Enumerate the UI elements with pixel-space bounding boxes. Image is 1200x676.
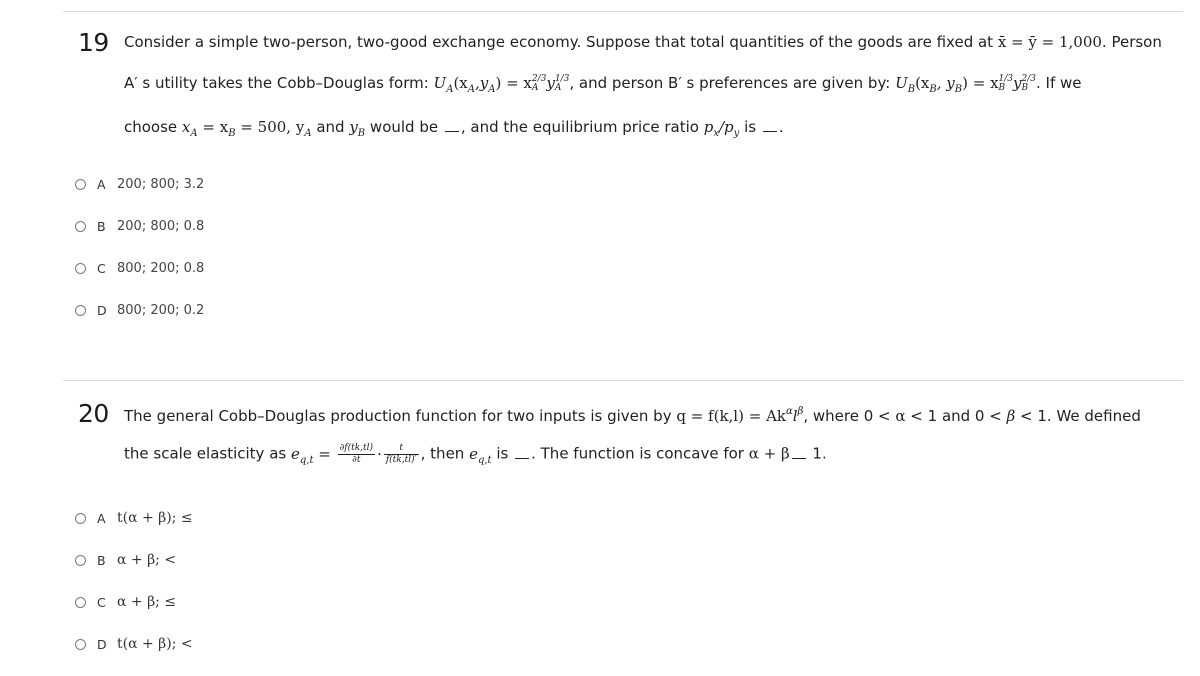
option-letter: C xyxy=(97,594,106,610)
option-letter: A xyxy=(97,510,106,526)
option-letter: B xyxy=(97,218,106,234)
option-text: 200; 800; 0.8 xyxy=(117,218,205,234)
question-text-line-1: Consider a simple two-person, two-good e… xyxy=(124,33,1162,51)
question-divider xyxy=(63,380,1183,381)
question-text-line-3: choose xA = xB = 500, yA and yB would be… xyxy=(124,118,784,139)
answer-blank xyxy=(444,119,459,132)
math-price-ratio: px/py xyxy=(703,118,740,139)
option-text: α + β; ≤ xyxy=(117,594,177,610)
radio-button[interactable] xyxy=(75,554,86,566)
option-letter: D xyxy=(97,302,107,318)
math-utility-b: UB(xB, yB) = x 1/3 By 2/3 B xyxy=(895,74,1036,95)
radio-button[interactable] xyxy=(75,220,86,232)
option-text: 200; 800; 3.2 xyxy=(117,176,205,192)
math-total-quantities: x̄ = ȳ = 1,000 xyxy=(997,33,1102,51)
option-a[interactable]: A 200; 800; 3.2 xyxy=(75,174,204,194)
top-divider xyxy=(63,11,1183,12)
answer-blank xyxy=(515,446,530,459)
math-utility-a: UA(xA,yA) = x 2/3 Ay 1/3 A xyxy=(433,74,570,95)
option-b[interactable]: B 200; 800; 0.8 xyxy=(75,216,204,236)
option-letter: C xyxy=(97,260,106,276)
math-allocation: xA = xB = 500, yA xyxy=(181,118,312,139)
question-number: 20 xyxy=(78,399,109,428)
option-letter: D xyxy=(97,636,107,652)
option-c[interactable]: C α + β; ≤ xyxy=(75,592,176,612)
option-text: 800; 200; 0.2 xyxy=(117,302,205,318)
radio-button[interactable] xyxy=(75,178,86,190)
math-production-function: q = f(k,l) = Akαlβ xyxy=(676,406,804,425)
radio-button[interactable] xyxy=(75,638,86,650)
option-a[interactable]: A t(α + β); ≤ xyxy=(75,508,193,528)
option-text: t(α + β); ≤ xyxy=(117,510,193,526)
answer-blank xyxy=(791,446,806,459)
radio-button[interactable] xyxy=(75,304,86,316)
option-letter: B xyxy=(97,552,106,568)
option-text: t(α + β); < xyxy=(117,636,193,652)
answer-blank xyxy=(762,119,777,132)
option-c[interactable]: C 800; 200; 0.8 xyxy=(75,258,204,278)
option-text: α + β; < xyxy=(117,552,177,568)
radio-button[interactable] xyxy=(75,262,86,274)
radio-button[interactable] xyxy=(75,512,86,524)
question-text-line-2: A′ s utility takes the Cobb–Douglas form… xyxy=(124,74,1082,95)
question-text-line-2: the scale elasticity as eq,t = ∂f(tk,tl)… xyxy=(124,443,827,466)
question-number: 19 xyxy=(78,28,109,57)
radio-button[interactable] xyxy=(75,596,86,608)
option-b[interactable]: B α + β; < xyxy=(75,550,176,570)
option-d[interactable]: D t(α + β); < xyxy=(75,634,193,654)
math-scale-elasticity: eq,t = ∂f(tk,tl) ∂t · t f(tk,tl)′ xyxy=(290,443,419,466)
option-letter: A xyxy=(97,176,106,192)
option-d[interactable]: D 800; 200; 0.2 xyxy=(75,300,204,320)
option-text: 800; 200; 0.8 xyxy=(117,260,205,276)
question-text-line-1: The general Cobb–Douglas production func… xyxy=(124,406,1141,425)
